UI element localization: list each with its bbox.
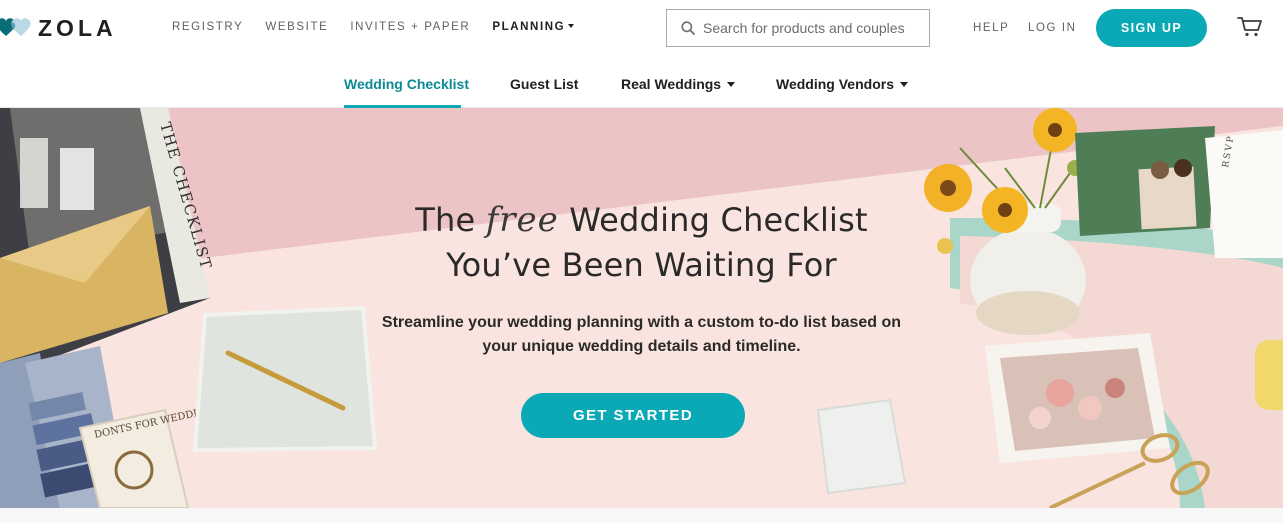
search-box[interactable] [666,9,930,47]
help-link[interactable]: HELP [973,22,1009,34]
sign-up-button[interactable]: SIGN UP [1096,9,1207,47]
tab-guest-list[interactable]: Guest List [510,76,578,92]
chevron-down-icon [568,24,575,28]
cart-icon[interactable] [1237,16,1263,38]
hero-subtitle: Streamline your wedding planning with a … [0,311,1283,359]
nav-registry[interactable]: REGISTRY [172,21,243,33]
hero-title-the: The [415,201,476,239]
tab-wedding-vendors[interactable]: Wedding Vendors [776,76,908,92]
logo-wordmark: ZOLA [38,14,117,41]
nav-website[interactable]: WEBSITE [265,21,328,33]
search-icon [681,21,695,35]
nav-planning-label: PLANNING [492,21,566,33]
page-content-edge [0,508,1283,523]
hero-background-image: THE CHECKLIST DONTS FOR WEDDINGS RSVP [0,108,1283,508]
login-link[interactable]: LOG IN [1028,22,1077,34]
hero-banner: THE CHECKLIST DONTS FOR WEDDINGS RSVP Th… [0,108,1283,508]
search-input[interactable] [703,20,923,36]
hero-subtitle-line1: Streamline your wedding planning with a … [381,314,902,331]
get-started-button[interactable]: GET STARTED [521,393,745,438]
nav-invites-paper[interactable]: INVITES + PAPER [350,21,470,33]
top-navigation-bar: ZOLA REGISTRY WEBSITE INVITES + PAPER PL… [0,0,1283,56]
nav-planning[interactable]: PLANNING [492,21,575,33]
planning-subnav: Wedding Checklist Guest List Real Weddin… [0,56,1283,108]
tab-real-weddings-label: Real Weddings [621,76,722,92]
tab-real-weddings[interactable]: Real Weddings [621,76,736,92]
hero-subtitle-line2: your unique wedding details and timeline… [482,338,801,355]
hero-title-line2: You’ve Been Waiting For [446,246,837,284]
zola-logo[interactable]: ZOLA [0,14,117,42]
hero-title-rest: Wedding Checklist [569,201,868,239]
chevron-down-icon [727,82,736,87]
hearts-logo-icon [0,18,31,36]
hero-title: The free Wedding Checklist You’ve Been W… [0,198,1283,288]
primary-nav: REGISTRY WEBSITE INVITES + PAPER PLANNIN… [172,21,575,33]
hero-title-free: free [485,200,559,240]
tab-wedding-checklist[interactable]: Wedding Checklist [344,76,469,92]
card-stack [816,398,907,495]
tab-wedding-vendors-label: Wedding Vendors [776,76,894,92]
chevron-down-icon [899,82,908,87]
